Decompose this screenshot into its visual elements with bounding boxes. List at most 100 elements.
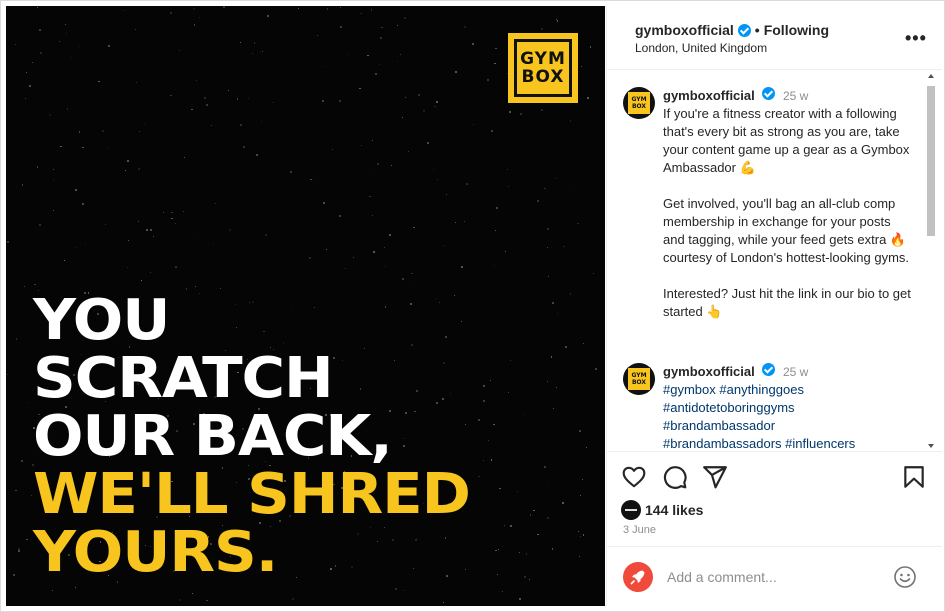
texture-speck — [309, 257, 311, 259]
heart-icon[interactable] — [621, 464, 647, 490]
scrollbar-thumb[interactable] — [927, 86, 935, 236]
emoji-icon[interactable] — [893, 565, 917, 589]
texture-speck — [339, 100, 342, 103]
texture-speck — [583, 342, 585, 344]
texture-speck — [228, 89, 230, 91]
post-date[interactable]: 3 June — [623, 524, 656, 536]
texture-speck — [547, 480, 549, 482]
texture-speck — [489, 379, 492, 382]
texture-speck — [136, 82, 138, 83]
texture-speck — [436, 101, 438, 103]
texture-speck — [153, 236, 155, 238]
scroll-up-arrow-icon[interactable] — [928, 74, 934, 78]
texture-speck — [193, 8, 195, 10]
texture-speck — [494, 62, 496, 65]
likes-count[interactable]: 144 likes — [645, 502, 703, 518]
avatar-text: BOX — [631, 379, 647, 386]
comments-scrollbar[interactable] — [925, 72, 937, 450]
texture-speck — [497, 549, 499, 550]
texture-speck — [6, 373, 8, 375]
avatar[interactable] — [623, 562, 653, 592]
post-image[interactable]: GYM BOX YOU SCRATCH OUR BACK, WE'LL SHRE… — [6, 6, 605, 606]
comment-time[interactable]: 25 w — [783, 365, 808, 379]
liker-avatar[interactable] — [621, 500, 641, 520]
texture-speck — [579, 430, 582, 432]
separator-dot: • — [754, 22, 760, 38]
texture-speck — [396, 24, 399, 27]
texture-speck — [179, 598, 182, 601]
texture-speck — [52, 589, 54, 591]
texture-speck — [150, 272, 152, 273]
following-button[interactable]: Following — [764, 22, 829, 38]
texture-speck — [251, 53, 253, 54]
texture-speck — [585, 446, 588, 448]
likes-row[interactable]: 144 likes — [621, 500, 703, 520]
comment-icon[interactable] — [662, 464, 688, 490]
gymbox-logo: GYM BOX — [508, 33, 578, 103]
scroll-down-arrow-icon[interactable] — [928, 444, 934, 448]
caption-time[interactable]: 25 w — [783, 89, 808, 103]
hashtag-link[interactable]: #influencers — [785, 436, 855, 451]
texture-speck — [504, 250, 506, 252]
hashtag-link[interactable]: #anythinggoes — [719, 382, 804, 397]
texture-speck — [49, 114, 52, 117]
texture-speck — [108, 147, 109, 149]
texture-speck — [26, 402, 28, 404]
texture-speck — [325, 249, 327, 251]
post-header: gymboxofficial • Following London, Unite… — [607, 6, 942, 70]
texture-speck — [18, 550, 21, 552]
texture-speck — [522, 413, 524, 416]
avatar-text: GYM — [631, 372, 647, 379]
texture-speck — [21, 460, 24, 463]
texture-speck — [243, 145, 246, 148]
texture-speck — [536, 533, 539, 536]
texture-speck — [490, 459, 493, 462]
texture-speck — [525, 553, 528, 555]
texture-speck — [63, 259, 65, 261]
texture-speck — [483, 400, 486, 403]
texture-speck — [546, 381, 548, 383]
hashtag-link[interactable]: #brandambassador — [663, 418, 775, 433]
share-icon[interactable] — [702, 464, 728, 490]
hashtag-link[interactable]: #gymbox — [663, 382, 716, 397]
texture-speck — [396, 61, 398, 63]
bookmark-icon[interactable] — [901, 464, 927, 490]
texture-speck — [517, 490, 518, 492]
texture-speck — [503, 524, 505, 526]
comments-list[interactable]: GYM BOX gymboxofficial 25 w If you're a … — [607, 71, 942, 451]
texture-speck — [482, 384, 485, 387]
texture-speck — [339, 215, 341, 218]
comment-input[interactable] — [667, 566, 867, 588]
texture-speck — [555, 386, 557, 388]
texture-speck — [340, 26, 342, 28]
more-horizontal-icon[interactable]: ••• — [905, 28, 927, 49]
texture-speck — [536, 199, 539, 202]
texture-speck — [175, 223, 177, 225]
caption-username[interactable]: gymboxofficial — [663, 88, 755, 103]
hashtag-link[interactable]: #antidotetoboringgyms — [663, 400, 795, 415]
texture-speck — [102, 130, 104, 132]
texture-speck — [317, 35, 318, 36]
headline-line: WE'LL SHRED — [33, 462, 471, 527]
location-link[interactable]: London, United Kingdom — [635, 41, 767, 55]
texture-speck — [326, 7, 329, 10]
texture-speck — [248, 97, 250, 99]
avatar[interactable]: GYM BOX — [623, 87, 655, 119]
texture-speck — [494, 230, 496, 231]
avatar[interactable]: GYM BOX — [623, 363, 655, 395]
comment-username[interactable]: gymboxofficial — [663, 364, 755, 379]
texture-speck — [146, 228, 149, 231]
texture-speck — [138, 221, 139, 223]
texture-speck — [25, 97, 27, 99]
texture-speck — [426, 142, 429, 145]
texture-speck — [389, 234, 391, 236]
texture-speck — [418, 93, 421, 96]
texture-speck — [321, 66, 323, 67]
texture-speck — [126, 266, 128, 268]
texture-speck — [125, 9, 128, 12]
texture-speck — [261, 50, 264, 53]
hashtag-link[interactable]: #brandambassadors — [663, 436, 782, 451]
verified-badge-icon — [737, 23, 751, 37]
texture-speck — [465, 183, 468, 185]
header-username[interactable]: gymboxofficial — [635, 22, 734, 38]
